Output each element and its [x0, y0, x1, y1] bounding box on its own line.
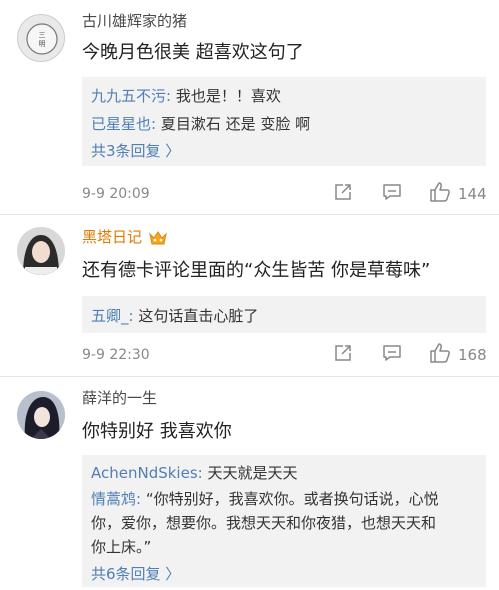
reply-author[interactable]: 情蒿鸩:: [91, 490, 141, 508]
comment-text: 今晚月色很美 超喜欢这句了: [82, 42, 304, 63]
comment-icon[interactable]: [382, 343, 402, 363]
reply-author[interactable]: 已星星也:: [91, 115, 156, 133]
username[interactable]: 薛洋的一生: [82, 387, 157, 408]
share-icon[interactable]: [333, 182, 353, 202]
reply-text: 夏目漱石 还是 变脸 啊: [156, 115, 311, 133]
avatar[interactable]: [17, 391, 65, 439]
reply-author[interactable]: AchenNdSkies:: [91, 464, 203, 482]
svg-text:明: 明: [39, 40, 46, 48]
username-text: 黑塔日记: [82, 228, 143, 246]
reply: 已星星也: 夏目漱石 还是 变脸 啊: [91, 113, 310, 134]
reply-continuation: 你，爱你，想要你。我想天天和你夜猎，也想天天和: [91, 512, 436, 533]
reply: 九九五不污: 我也是！！喜欢: [91, 85, 281, 106]
avatar[interactable]: [17, 227, 65, 275]
comment-1: 三 明 古川雄辉家的猪 今晚月色很美 超喜欢这句了 九九五不污: 我也是！！喜欢…: [0, 0, 499, 215]
reply-text: 我也是！！喜欢: [171, 87, 281, 105]
like-count: 144: [458, 185, 487, 203]
svg-text:三: 三: [39, 31, 46, 39]
comment-text: 还有德卡评论里面的“众生皆苦 你是草莓味”: [82, 260, 431, 281]
reply-author[interactable]: 五卿_:: [91, 307, 134, 325]
like-icon[interactable]: [429, 343, 451, 363]
avatar-image: [17, 227, 65, 275]
reply-text: 你，爱你，想要你。我想天天和你夜猎，也想天天和: [91, 514, 437, 532]
comment-actions: 9-9 20:09 144: [0, 182, 499, 208]
avatar-image: [17, 391, 65, 439]
reply: 五卿_: 这句话直击心脏了: [91, 305, 258, 326]
reply: AchenNdSkies: 天天就是天天: [91, 462, 297, 483]
username[interactable]: 黑塔日记: [82, 226, 168, 247]
more-replies-link[interactable]: 共3条回复 〉: [91, 140, 180, 161]
comment-3: 薛洋的一生 你特别好 我喜欢你 AchenNdSkies: 天天就是天天 情蒿鸩…: [0, 377, 499, 590]
like-icon[interactable]: [429, 182, 451, 202]
avatar-image: 三 明: [26, 23, 58, 55]
reply-continuation: 你上床。”: [91, 536, 151, 557]
timestamp: 9-9 22:30: [82, 347, 150, 363]
like-count: 168: [458, 346, 487, 364]
comment-actions: 9-9 22:30 168: [0, 343, 499, 369]
replies-box[interactable]: AchenNdSkies: 天天就是天天 情蒿鸩: “你特别好，我喜欢你。或者换…: [82, 455, 486, 587]
reply-text: “你特别好，我喜欢你。或者换句话说，心悦: [141, 490, 439, 508]
comment-text: 你特别好 我喜欢你: [82, 421, 232, 442]
reply-author[interactable]: 九九五不污:: [91, 87, 171, 105]
reply: 情蒿鸩: “你特别好，我喜欢你。或者换句话说，心悦: [91, 488, 439, 509]
replies-box[interactable]: 五卿_: 这句话直击心脏了: [82, 296, 486, 333]
more-replies-link[interactable]: 共6条回复 〉: [91, 563, 180, 584]
reply-text: 你上床。”: [91, 538, 152, 556]
reply-text: 天天就是天天: [202, 464, 298, 482]
replies-box[interactable]: 九九五不污: 我也是！！喜欢 已星星也: 夏目漱石 还是 变脸 啊 共3条回复 …: [82, 77, 486, 166]
comment-icon[interactable]: [382, 182, 402, 202]
share-icon[interactable]: [333, 343, 353, 363]
timestamp: 9-9 20:09: [82, 186, 150, 202]
username[interactable]: 古川雄辉家的猪: [82, 10, 187, 31]
vip-badge-icon: [149, 230, 167, 244]
avatar[interactable]: 三 明: [17, 14, 65, 62]
comment-2: 黑塔日记 还有德卡评论里面的“众生皆苦 你是草莓味” 五卿_: 这句话直击心脏了…: [0, 215, 499, 377]
reply-text: 这句话直击心脏了: [133, 307, 259, 325]
